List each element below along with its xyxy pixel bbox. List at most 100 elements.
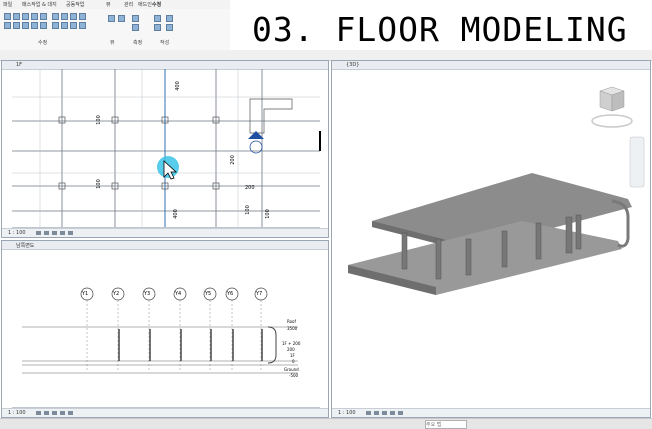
crop-view-icon[interactable] xyxy=(68,411,73,415)
grid-bubble-y4: Y4 xyxy=(175,291,182,297)
ribbon-tool-icon[interactable] xyxy=(70,22,77,29)
tab-view[interactable]: 뷰 xyxy=(106,1,111,8)
panel-label-view: 뷰 xyxy=(110,40,115,46)
panel-label-modify: 수정 xyxy=(38,40,48,46)
ribbon-tool-icon[interactable] xyxy=(31,13,38,20)
dim-label: 400 xyxy=(172,209,179,219)
level-name: 1F xyxy=(290,353,295,358)
ribbon-tool-icon[interactable] xyxy=(22,13,29,20)
view-scale[interactable]: 1 : 100 xyxy=(8,410,26,416)
threed-view[interactable]: {3D} 1 : 100 xyxy=(331,60,651,418)
column xyxy=(501,230,508,268)
level-value: 0 xyxy=(292,359,295,364)
view-control-bar: 1 : 100 xyxy=(332,408,650,417)
crop-view-icon[interactable] xyxy=(68,231,73,235)
column xyxy=(575,214,582,250)
dim-label: 100 xyxy=(95,115,102,125)
ribbon-tool-icon[interactable] xyxy=(70,13,77,20)
grid-bubble-y3: Y3 xyxy=(144,291,151,297)
ribbon-tool-icon[interactable] xyxy=(61,22,68,29)
ribbon-tool-icon[interactable] xyxy=(108,15,115,22)
dim-label: 100 xyxy=(244,205,251,215)
tab-modify[interactable]: 수정 xyxy=(152,1,161,8)
visual-style-icon[interactable] xyxy=(44,231,49,235)
ribbon-tool-icon[interactable] xyxy=(132,24,139,31)
ribbon-tool-icon[interactable] xyxy=(166,24,173,31)
ribbon-tool-icon[interactable] xyxy=(52,13,59,20)
sun-path-icon[interactable] xyxy=(52,411,57,415)
view-scale[interactable]: 1 : 100 xyxy=(338,410,356,416)
tab-addins[interactable]: 애드인 xyxy=(138,1,152,8)
detail-level-icon[interactable] xyxy=(366,411,371,415)
sun-path-icon[interactable] xyxy=(52,231,57,235)
elevation-view[interactable]: 남쪽면도 Y1 Y2 Y3 Y4 Y5 Y6 Y7 Roof 3500 1F +… xyxy=(1,240,329,418)
ribbon-tool-icon[interactable] xyxy=(52,22,59,29)
column xyxy=(435,238,442,280)
dim-label: 200 xyxy=(229,155,236,165)
shadows-icon[interactable] xyxy=(390,411,395,415)
grid-bubble-y6: Y6 xyxy=(227,291,234,297)
ribbon-tool-icon[interactable] xyxy=(61,13,68,20)
visual-style-icon[interactable] xyxy=(374,411,379,415)
level-value: 200 xyxy=(287,347,295,352)
level-name: Roof xyxy=(287,319,296,324)
ribbon-tool-icon[interactable] xyxy=(132,15,139,22)
ribbon-tool-icon[interactable] xyxy=(13,13,20,20)
view-control-bar: 1 : 100 xyxy=(2,228,328,237)
sun-path-icon[interactable] xyxy=(382,411,387,415)
grid-bubble-y2: Y2 xyxy=(113,291,120,297)
dim-label: 400 xyxy=(174,81,181,91)
ribbon-tool-icon[interactable] xyxy=(13,22,20,29)
ribbon-tool-icon[interactable] xyxy=(154,24,161,31)
dim-label: 200 xyxy=(245,185,255,191)
detail-level-icon[interactable] xyxy=(36,411,41,415)
floor-plan-drawing xyxy=(12,69,321,231)
panel-label-measure: 측정 xyxy=(133,40,143,46)
ribbon-tool-icon[interactable] xyxy=(40,22,47,29)
column xyxy=(535,222,542,260)
ribbon-tool-icon[interactable] xyxy=(22,22,29,29)
level-name: 1F + 200 xyxy=(282,341,301,346)
crop-view-icon[interactable] xyxy=(398,411,403,415)
shadows-icon[interactable] xyxy=(60,231,65,235)
ribbon-tool-icon[interactable] xyxy=(4,22,11,29)
column xyxy=(401,232,408,270)
visual-style-icon[interactable] xyxy=(44,411,49,415)
tab-manage[interactable]: 관리 xyxy=(124,1,133,8)
ribbon-tool-icon[interactable] xyxy=(31,22,38,29)
tab-massing[interactable]: 매스작업 & 대지 xyxy=(22,1,57,8)
title-banner: 03. FLOOR MODELING xyxy=(232,8,652,55)
ribbon-tool-icon[interactable] xyxy=(79,13,86,20)
grid-bubble-y7: Y7 xyxy=(256,291,263,297)
column xyxy=(465,238,472,276)
tab-file[interactable]: 파일 xyxy=(3,1,12,8)
ribbon-tool-icon[interactable] xyxy=(118,15,125,22)
status-bar: 주요 탭 xyxy=(0,418,652,429)
detail-level-icon[interactable] xyxy=(36,231,41,235)
elevation-drawing xyxy=(12,287,320,411)
threed-model xyxy=(348,86,645,295)
level-value: 3500 xyxy=(287,326,298,331)
view-control-bar: 1 : 100 xyxy=(2,408,328,417)
ribbon-tabs: 파일 매스작업 & 대지 공동작업 뷰 관리 애드인 수정 xyxy=(0,0,230,9)
ribbon-tool-icon[interactable] xyxy=(166,15,173,22)
ribbon-tool-icon[interactable] xyxy=(154,15,161,22)
shadows-icon[interactable] xyxy=(60,411,65,415)
tab-collaborate[interactable]: 공동작업 xyxy=(66,1,84,8)
navigation-bar[interactable] xyxy=(629,136,645,188)
ribbon-tool-icon[interactable] xyxy=(4,13,11,20)
level-name: Ground xyxy=(284,367,299,372)
grid-bubble-y1: Y1 xyxy=(82,291,89,297)
column xyxy=(565,216,573,254)
grid-bubble-y5: Y5 xyxy=(205,291,212,297)
ribbon-tool-icon[interactable] xyxy=(40,13,47,20)
level-value: -500 xyxy=(289,373,299,378)
page-title: 03. FLOOR MODELING xyxy=(252,10,628,49)
dim-label: 100 xyxy=(264,209,271,219)
view-cube-icon[interactable] xyxy=(591,86,633,128)
dim-label: 100 xyxy=(95,179,102,189)
floor-plan-view[interactable]: 1F 400 100 100 200 200 400 100 100 1: 1… xyxy=(1,60,329,238)
ribbon-tool-icon[interactable] xyxy=(79,22,86,29)
view-scale[interactable]: 1 : 100 xyxy=(8,230,26,236)
ribbon: 수정 뷰 측정 작성 xyxy=(0,9,230,51)
